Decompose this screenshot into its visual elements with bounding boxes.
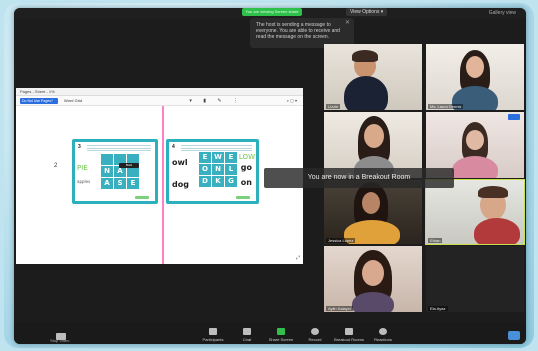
participant-face (364, 124, 384, 148)
letter-cell[interactable] (101, 154, 113, 165)
reactions-button[interactable]: Reactions (366, 328, 400, 342)
letter-cell[interactable]: N (101, 166, 113, 177)
letter-grid: N A A S E (101, 154, 139, 189)
card-footer (135, 196, 149, 199)
participant-face (466, 130, 484, 150)
letter-cell[interactable]: K (212, 176, 224, 187)
record-icon (311, 328, 319, 335)
letter-cell[interactable]: N (212, 164, 224, 175)
letter-cell[interactable]: G (225, 176, 237, 187)
card-footer (236, 196, 250, 199)
reactions-icon (379, 328, 387, 335)
chat-button[interactable]: Chat (230, 328, 264, 342)
grid-word: owl (172, 158, 188, 167)
share-status-pill[interactable]: You are viewing Screen share (242, 8, 302, 16)
options-button[interactable] (508, 114, 520, 120)
word-grid-card-4: 4 owl dog LOW go on E W E O N L D K G (166, 139, 259, 204)
letter-cell[interactable]: O (199, 164, 211, 175)
word-grid-card-3: 3 PIE apples N A A S E Bold (72, 139, 158, 204)
letter-cell[interactable]: W (212, 152, 224, 163)
card-instructions (87, 145, 151, 151)
share-screen-button[interactable]: Share Screen (264, 328, 298, 342)
close-icon[interactable]: ✕ (345, 20, 350, 26)
participant-face (362, 192, 380, 214)
participants-icon (209, 328, 217, 335)
grid-word: on (240, 178, 252, 187)
participant-tile[interactable]: Aylin Kalayci (324, 246, 422, 312)
breakout-rooms-button[interactable]: Breakout Rooms (332, 328, 366, 342)
breakout-rooms-icon (345, 328, 353, 335)
chat-icon (243, 328, 251, 335)
participant-tile-active[interactable]: Ethan (425, 179, 525, 245)
format-tooltip: Bold (119, 163, 139, 168)
participant-name: Ms. Laura Dennis (428, 104, 464, 109)
participant-face (466, 56, 484, 78)
meeting-toolbar: Stop Video Participants Chat Share Scree… (14, 322, 526, 344)
end-meeting-button[interactable] (508, 331, 520, 340)
participant-face (362, 260, 384, 286)
participant-name: Ela Ayaz (428, 306, 448, 311)
participant-tile[interactable]: Lizzie (324, 44, 422, 110)
letter-cell[interactable]: E (127, 178, 139, 189)
participant-tile[interactable]: Ms. Laura Dennis (426, 44, 524, 110)
card-instructions (181, 145, 252, 151)
letter-cell[interactable]: S (114, 178, 126, 189)
grid-word-left: PIE (77, 164, 88, 172)
letter-cell[interactable]: E (225, 152, 237, 163)
participant-name: Jessica Lopez (326, 238, 356, 243)
breakout-room-banner: You are now in a Breakout Room (264, 168, 454, 188)
grid-word-green: LOW (238, 153, 255, 161)
letter-cell[interactable]: L (225, 164, 237, 175)
view-options-button[interactable]: View Options ▾ (346, 8, 388, 16)
shared-window-title: Pages - Sheet - 1% (16, 88, 303, 96)
share-screen-icon (277, 328, 285, 335)
top-bar: You are viewing Screen share View Option… (14, 8, 526, 18)
shared-toolbar: Do Not Use Pages? Word Grid ▾ ▮ ✎ ⋮ ⌕ ▢ … (16, 96, 303, 106)
notification-text: The host is sending a message to everyon… (256, 22, 340, 40)
participant-tile[interactable]: Jessica Lopez (324, 180, 422, 244)
gallery-view-toggle[interactable]: Gallery view (489, 10, 516, 16)
expand-icon[interactable]: ⤢ (296, 255, 300, 261)
letter-cell[interactable]: D (199, 176, 211, 187)
zoom-window: You are viewing Screen share View Option… (14, 8, 526, 344)
participant-name: Lizzie (326, 104, 341, 109)
letter-cell[interactable]: E (199, 152, 211, 163)
letter-grid: E W E O N L D K G (199, 152, 237, 187)
participant-name: Ethan (428, 238, 443, 243)
shared-screen: Pages - Sheet - 1% Do Not Use Pages? Wor… (16, 88, 303, 264)
record-button[interactable]: Record (298, 328, 332, 342)
grid-word: dog (172, 180, 189, 189)
participants-button[interactable]: Participants (196, 328, 230, 342)
toolbar-zoom[interactable]: ⌕ ▢ ▾ (287, 98, 297, 103)
grid-word-left2: apples (77, 179, 91, 184)
letter-cell[interactable]: A (101, 178, 113, 189)
toolbar-icons[interactable]: ▾ ▮ ✎ ⋮ (189, 98, 243, 104)
page-marker: 2 (54, 163, 58, 169)
card-number: 4 (172, 144, 175, 150)
camera-label: Stop Video (50, 338, 70, 343)
participant-tile[interactable]: Ela Ayaz (426, 246, 524, 312)
toolbar-link[interactable]: Word Grid (64, 98, 82, 103)
page-divider (162, 106, 164, 264)
card-number: 3 (78, 144, 81, 150)
grid-word: go (240, 163, 252, 172)
participant-name: Aylin Kalayci (326, 306, 353, 311)
toolbar-button[interactable]: Do Not Use Pages? (20, 98, 58, 104)
